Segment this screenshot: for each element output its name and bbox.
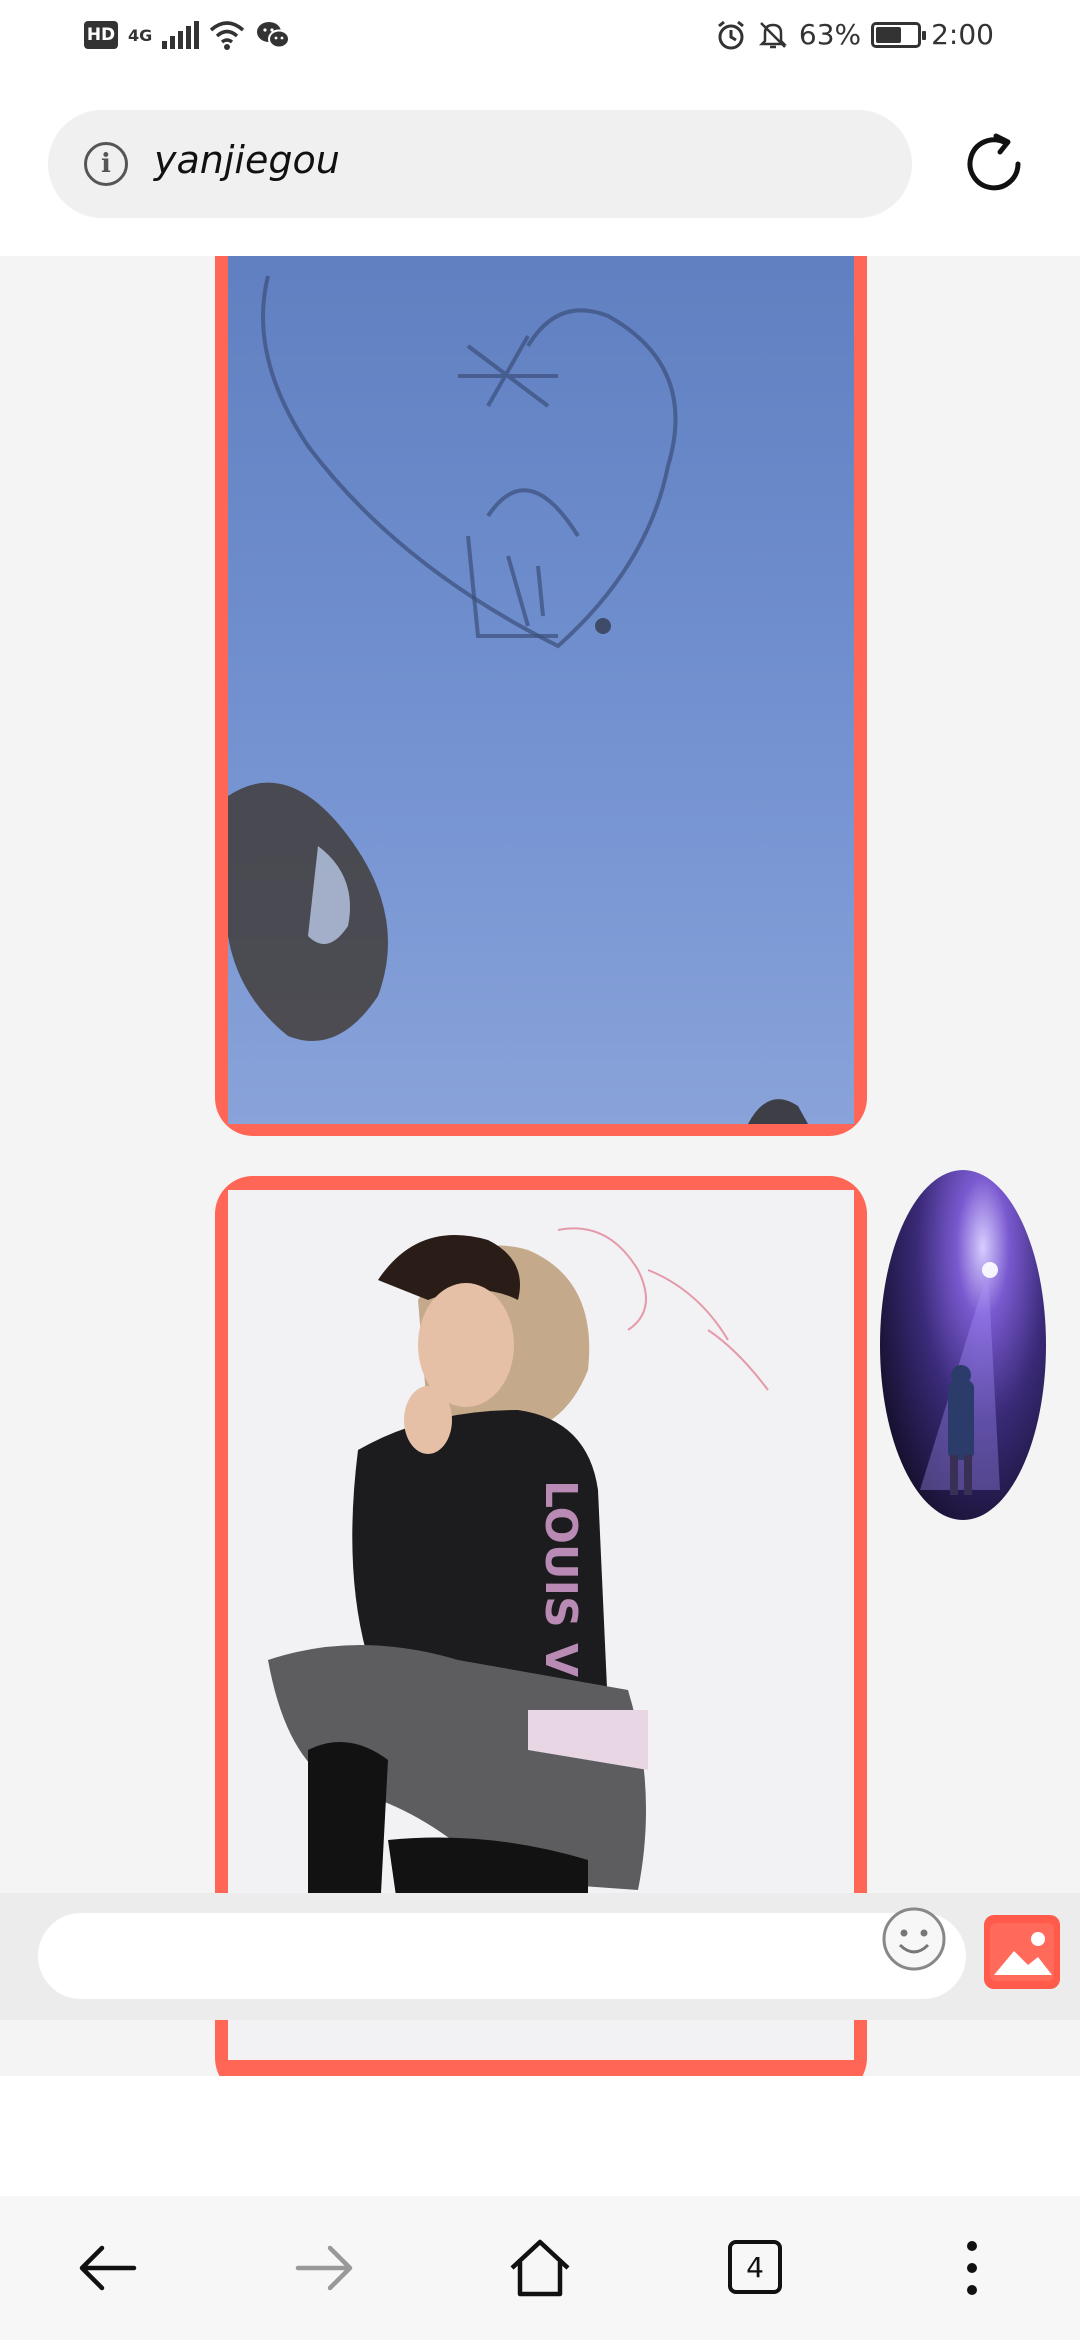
browser-nav-bar: 4 — [0, 2196, 1080, 2340]
message-input[interactable] — [38, 1913, 966, 1999]
hd-badge: HD — [84, 21, 118, 49]
image-picker-button[interactable] — [984, 1915, 1060, 1989]
reload-icon[interactable] — [960, 130, 1028, 198]
status-right: 63% 2:00 — [715, 18, 994, 51]
info-icon[interactable]: i — [84, 142, 128, 186]
alarm-icon — [717, 20, 744, 49]
battery-icon — [871, 21, 927, 48]
wifi-icon — [210, 21, 245, 50]
chat-content[interactable]: LOUIS VUITTON — [0, 256, 1080, 2076]
signal-icon — [162, 21, 200, 49]
snow-drawing — [228, 275, 808, 1124]
image-icon — [990, 1923, 1054, 1981]
more-menu-icon[interactable] — [936, 2232, 1008, 2304]
status-left: HD 4G — [84, 20, 291, 50]
tabs-button[interactable]: 4 — [728, 2240, 782, 2294]
battery-percent: 63% — [798, 18, 862, 51]
clock: 2:00 — [931, 18, 994, 51]
address-bar[interactable]: i yanjiegou — [48, 110, 912, 218]
message-input-bar — [0, 1893, 1080, 2020]
image-message-snow[interactable] — [215, 256, 867, 1136]
url-text[interactable]: yanjiegou — [154, 138, 340, 182]
spotlight-figure — [920, 1262, 1000, 1495]
forward-arrow-icon[interactable] — [288, 2232, 360, 2304]
emoji-icon[interactable] — [880, 1905, 948, 1973]
home-icon[interactable] — [504, 2232, 576, 2304]
back-arrow-icon[interactable] — [72, 2232, 144, 2304]
snow-photo — [228, 256, 854, 1124]
status-bar: HD 4G 63% 2:00 — [0, 0, 1080, 82]
wechat-icon — [257, 22, 291, 49]
network-type: 4G — [128, 25, 153, 45]
mute-icon — [758, 21, 787, 48]
browser-toolbar: i yanjiegou — [0, 82, 1080, 256]
avatar[interactable] — [880, 1170, 1046, 1520]
